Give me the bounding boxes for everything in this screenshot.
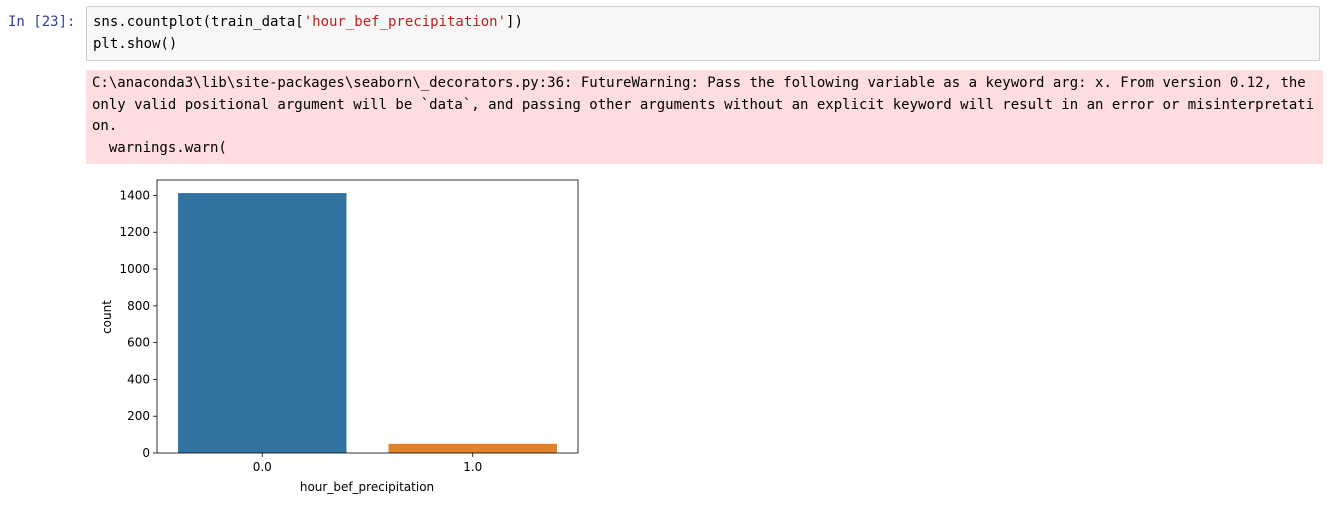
y-tick-label: 400: [127, 372, 150, 386]
code-line: sns.countplot(train_data['hour_bef_preci…: [93, 14, 523, 30]
x-tick-label: 0.0: [253, 460, 272, 474]
stderr-output: C:\anaconda3\lib\site-packages\seaborn\_…: [86, 70, 1323, 164]
y-tick-label: 0: [142, 446, 150, 460]
code-string: 'hour_bef_precipitation': [303, 14, 507, 30]
code-text: sns.countplot(train_data[: [93, 14, 304, 30]
y-tick-label: 1400: [119, 188, 150, 202]
y-tick-label: 1200: [119, 225, 150, 239]
y-tick-label: 800: [127, 299, 150, 313]
x-tick-label: 1.0: [463, 460, 482, 474]
warning-text: C:\anaconda3\lib\site-packages\seaborn\_…: [92, 75, 1315, 156]
y-axis-label: count: [100, 300, 114, 334]
y-tick-label: 1000: [119, 262, 150, 276]
bar-0.0: [178, 193, 347, 453]
code-text: ]): [506, 14, 523, 30]
y-tick-label: 600: [127, 336, 150, 350]
input-prompt: In [23]:: [8, 14, 76, 30]
countplot-chart: 0 200 400 600 800 1000 1200 1400 0.0 1.0 count h…: [100, 179, 579, 494]
x-axis-label: hour_bef_precipitation: [300, 480, 434, 494]
y-tick-label: 200: [127, 409, 150, 423]
code-line: plt.show(): [93, 36, 178, 52]
code-cell[interactable]: sns.countplot(train_data['hour_bef_preci…: [86, 6, 1320, 61]
bar-1.0: [388, 443, 557, 453]
